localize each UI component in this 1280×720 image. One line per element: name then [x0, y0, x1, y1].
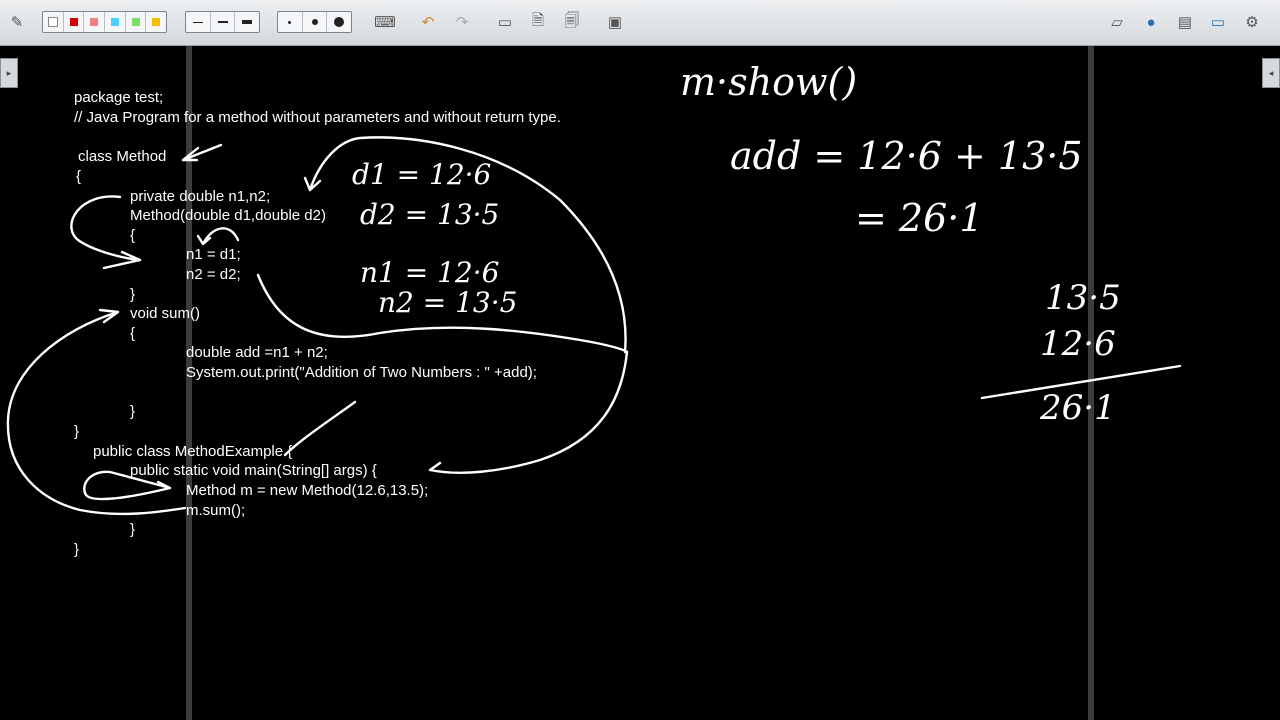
pen-icon[interactable]: ✎: [6, 11, 28, 33]
arrow-stroke: [256, 273, 629, 354]
ink-annotations: [6, 136, 1182, 516]
toolbar: ✎ ⌨ ↶ ↷ ▭ 🗎 🗐 ▣ ▱ ● ▤ ▭ ⚙: [0, 0, 1280, 46]
arrow-stroke: [283, 400, 357, 457]
line-width-group: [185, 11, 260, 33]
color-yellow[interactable]: [146, 12, 166, 32]
page-icon[interactable]: 🗎: [527, 11, 549, 33]
line-medium[interactable]: [211, 12, 236, 32]
line-thick[interactable]: [235, 12, 259, 32]
keyboard-icon[interactable]: ⌨: [374, 11, 396, 33]
point-small[interactable]: [278, 12, 303, 32]
whiteboard-canvas[interactable]: ▸ ◂ package test; // Java Program for a …: [0, 46, 1280, 720]
redo-icon[interactable]: ↷: [451, 11, 473, 33]
undo-icon[interactable]: ↶: [417, 11, 439, 33]
color-pink[interactable]: [84, 12, 106, 32]
color-white[interactable]: [43, 12, 64, 32]
folder-icon[interactable]: ▤: [1174, 11, 1196, 33]
sum-line: [980, 364, 1182, 400]
arrow-stroke: [6, 310, 187, 516]
add-page-icon[interactable]: ▭: [494, 11, 516, 33]
point-size-group: [277, 11, 352, 33]
color-red[interactable]: [64, 12, 85, 32]
arrow-stroke: [70, 195, 142, 270]
globe-icon[interactable]: ●: [1140, 11, 1162, 33]
eraser-icon[interactable]: ▱: [1106, 11, 1128, 33]
point-medium[interactable]: [303, 12, 328, 32]
page-copy-icon[interactable]: 🗐: [561, 11, 583, 33]
arrow-stroke: [428, 350, 629, 474]
arrow-stroke: [181, 143, 223, 162]
settings-icon[interactable]: ⚙: [1241, 11, 1263, 33]
arrow-stroke: [308, 136, 627, 354]
color-cyan[interactable]: [105, 12, 126, 32]
color-green[interactable]: [126, 12, 147, 32]
point-large[interactable]: [327, 12, 351, 32]
color-palette: [42, 11, 167, 33]
screen-capture-icon[interactable]: ▣: [604, 11, 626, 33]
monitor-icon[interactable]: ▭: [1207, 11, 1229, 33]
arrow-stroke: [196, 227, 240, 246]
arrow-stroke: [83, 470, 172, 501]
line-thin[interactable]: [186, 12, 211, 32]
